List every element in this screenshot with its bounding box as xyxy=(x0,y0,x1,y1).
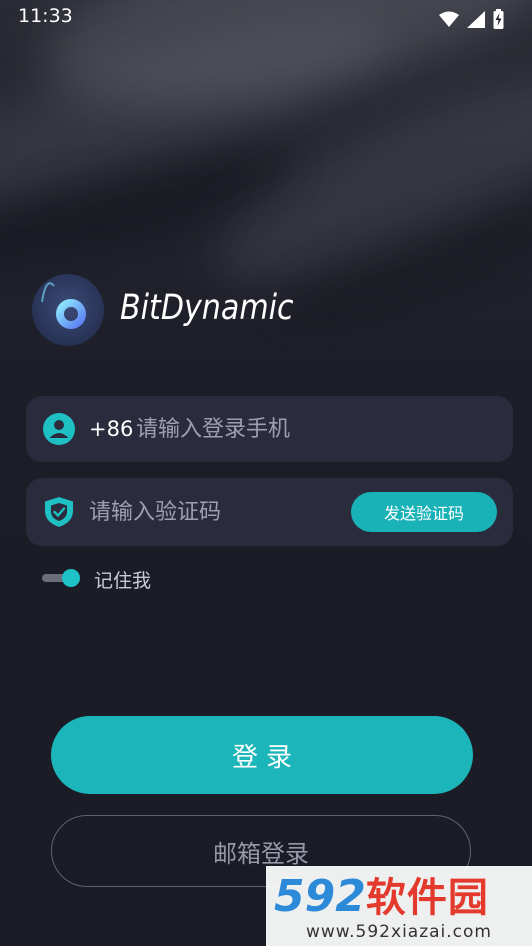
background-wave xyxy=(0,127,304,283)
phone-country-code: +86 xyxy=(89,417,134,441)
verification-code-field: 发送验证码 xyxy=(26,478,513,546)
brand-logo xyxy=(32,274,104,346)
background-wave xyxy=(0,0,405,248)
shield-check-icon xyxy=(45,497,73,527)
user-icon xyxy=(43,413,75,445)
status-time: 11:33 xyxy=(18,5,73,27)
status-bar: 11:33 xyxy=(0,0,532,34)
remember-me-label: 记住我 xyxy=(94,570,152,592)
background-wave xyxy=(193,39,532,321)
verification-code-input[interactable] xyxy=(89,494,349,530)
status-icons xyxy=(439,9,504,29)
toggle-knob xyxy=(62,569,80,587)
background-wave xyxy=(259,173,532,347)
watermark-logo-number: 592 xyxy=(274,871,366,922)
phone-input[interactable] xyxy=(136,411,496,447)
watermark-logo-text: 软件园 xyxy=(365,875,489,921)
login-button[interactable]: 登录 xyxy=(51,716,473,794)
wifi-icon xyxy=(439,11,459,27)
remember-me-toggle[interactable] xyxy=(42,569,80,587)
watermark-logo: 592软件园 xyxy=(274,872,489,923)
phone-field: +86 xyxy=(26,396,513,462)
battery-charging-icon xyxy=(493,9,504,29)
brand-name: BitDynamic xyxy=(120,288,294,328)
watermark-url: www.592xiazai.com xyxy=(306,922,492,942)
watermark: 592软件园 www.592xiazai.com xyxy=(266,866,532,946)
login-screen: 11:33 BitDynamic +86 请输入登录手机 请输入验证码 发送验证… xyxy=(0,0,532,946)
send-code-button[interactable]: 发送验证码 xyxy=(351,492,497,532)
signal-icon xyxy=(467,10,485,28)
